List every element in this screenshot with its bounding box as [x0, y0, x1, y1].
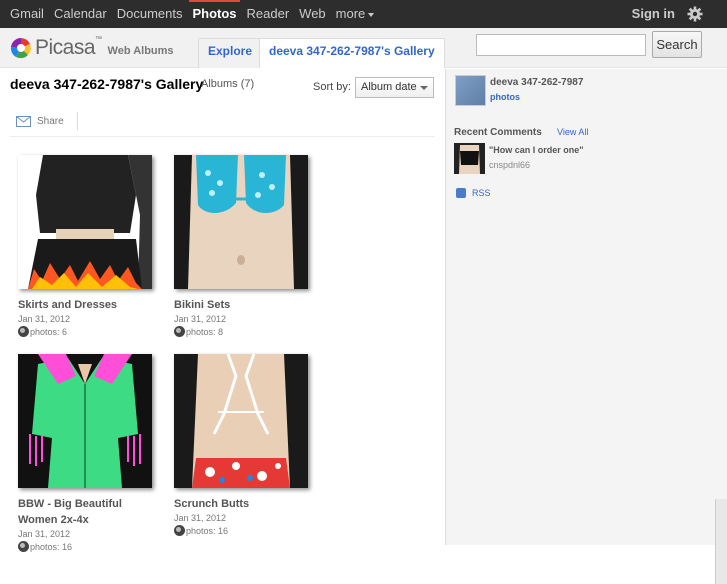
- search-input[interactable]: [476, 34, 646, 56]
- sort-label: Sort by:: [313, 81, 351, 93]
- sidebar: deeva 347-262-7987 photos Recent Comment…: [445, 69, 727, 584]
- share-label: Share: [37, 116, 64, 127]
- tab-explore[interactable]: Explore: [198, 38, 263, 68]
- logo-subtitle: Web Albums: [107, 44, 174, 57]
- rss-label: RSS: [472, 188, 491, 198]
- rss-icon: [456, 188, 466, 198]
- album-title[interactable]: Bikini Sets: [174, 297, 314, 313]
- header: Picasa™ Web Albums Explore deeva 347-262…: [0, 28, 727, 68]
- rss-link[interactable]: RSS: [456, 188, 491, 198]
- scrollbar[interactable]: [715, 499, 727, 584]
- album-thumbnail[interactable]: [18, 354, 152, 488]
- chevron-down-icon: [420, 86, 428, 90]
- page-title: deeva 347-262-7987's Gallery: [10, 76, 204, 92]
- album-title[interactable]: BBW - Big Beautiful Women 2x-4x: [18, 496, 158, 528]
- comment-thumbnail[interactable]: [454, 143, 485, 174]
- album-date: Jan 31, 2012: [18, 314, 71, 324]
- recent-comments-heading: Recent Comments: [454, 127, 542, 138]
- view-all-link[interactable]: View All: [557, 127, 588, 137]
- top-bar: Gmail Calendar Documents Photos Reader W…: [0, 0, 727, 28]
- nav-documents[interactable]: Documents: [117, 0, 183, 28]
- nav-reader[interactable]: Reader: [247, 0, 290, 28]
- album-card[interactable]: Scrunch Butts Jan 31, 2012 photos: 16: [174, 354, 314, 536]
- search-button[interactable]: Search: [652, 31, 702, 58]
- comment-photo: [454, 143, 485, 174]
- logo-wordmark: Picasa™: [35, 36, 102, 59]
- sign-in-link[interactable]: Sign in: [632, 0, 675, 28]
- main-content: deeva 347-262-7987's Gallery Albums (7) …: [0, 69, 445, 552]
- avatar[interactable]: [455, 75, 486, 106]
- nav-photos[interactable]: Photos: [189, 0, 240, 28]
- globe-icon: [174, 326, 185, 337]
- chevron-down-icon: [368, 12, 375, 17]
- tab-gallery[interactable]: deeva 347-262-7987's Gallery: [259, 38, 445, 68]
- sort-select-value: Album date: [361, 81, 417, 93]
- album-card[interactable]: Skirts and Dresses Jan 31, 2012 photos: …: [18, 155, 158, 337]
- album-title[interactable]: Scrunch Butts: [174, 496, 314, 512]
- album-thumbnail[interactable]: [18, 155, 152, 289]
- albums-count: Albums (7): [201, 78, 255, 90]
- album-title[interactable]: Skirts and Dresses: [18, 297, 158, 313]
- album-photo-count: photos: 16: [18, 541, 158, 552]
- album-thumbnail[interactable]: [174, 354, 308, 488]
- mail-icon: [16, 116, 31, 127]
- share-button[interactable]: Share: [16, 116, 64, 127]
- nav-more[interactable]: more: [336, 0, 375, 28]
- nav-web[interactable]: Web: [299, 0, 326, 28]
- toolbar-divider: [77, 112, 78, 130]
- globe-icon: [18, 541, 29, 552]
- album-photo-count: photos: 16: [174, 525, 314, 536]
- album-date: Jan 31, 2012: [174, 314, 227, 324]
- album-photo: [174, 155, 308, 289]
- owner-name: deeva 347-262-7987: [490, 77, 584, 88]
- album-photo: [18, 155, 152, 289]
- globe-icon: [18, 326, 29, 337]
- comment-user[interactable]: cnspdnl66: [489, 160, 530, 170]
- album-date: Jan 31, 2012: [174, 513, 227, 523]
- picasa-logo[interactable]: Picasa™ Web Albums: [10, 36, 174, 60]
- album-photo: [174, 354, 308, 488]
- top-nav: Gmail Calendar Documents Photos Reader W…: [10, 0, 384, 28]
- album-card[interactable]: BBW - Big Beautiful Women 2x-4x Jan 31, …: [18, 354, 158, 552]
- nav-calendar[interactable]: Calendar: [54, 0, 107, 28]
- sort-select[interactable]: Album date: [355, 77, 434, 98]
- comment-text: "How can I order one": [489, 145, 584, 155]
- picasa-logo-icon: [10, 37, 31, 59]
- album-photo-count: photos: 8: [174, 326, 314, 337]
- album-thumbnail[interactable]: [174, 155, 308, 289]
- album-photo: [18, 354, 152, 488]
- globe-icon: [174, 525, 185, 536]
- album-card[interactable]: Bikini Sets Jan 31, 2012 photos: 8: [174, 155, 314, 337]
- nav-gmail[interactable]: Gmail: [10, 0, 44, 28]
- album-date: Jan 31, 2012: [18, 529, 71, 539]
- album-photo-count: photos: 6: [18, 326, 158, 337]
- gear-icon[interactable]: [687, 6, 703, 22]
- divider: [10, 136, 435, 137]
- owner-photos-link[interactable]: photos: [490, 92, 520, 102]
